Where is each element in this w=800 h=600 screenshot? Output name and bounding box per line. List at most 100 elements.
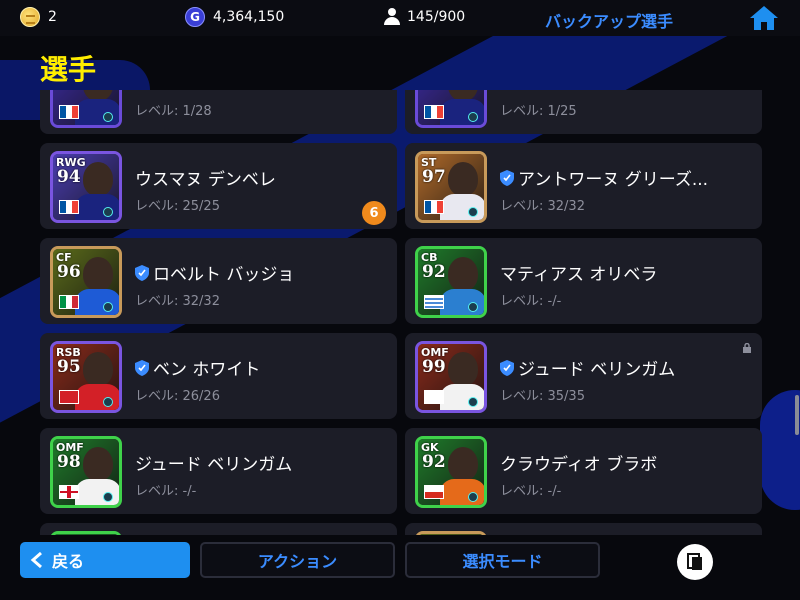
player-tile: CB 92 bbox=[415, 246, 487, 318]
player-card[interactable]: CF 96 ロベルト バッジョ レベル: 32/32 bbox=[40, 238, 397, 324]
coins-counter[interactable]: 2 bbox=[20, 7, 57, 27]
backup-players-link[interactable]: バックアップ選手 bbox=[545, 8, 673, 32]
player-level: レベル: 1/28 bbox=[135, 104, 212, 119]
player-photo bbox=[448, 257, 478, 291]
gp-counter[interactable]: G 4,364,150 bbox=[185, 7, 284, 27]
player-kit bbox=[440, 479, 484, 505]
player-kit bbox=[440, 99, 484, 125]
player-name-row: ウスマヌ デンベレ bbox=[135, 165, 276, 190]
playstyle-icon bbox=[103, 302, 113, 312]
player-level: レベル: -/- bbox=[135, 484, 197, 499]
player-level: レベル: 35/35 bbox=[500, 389, 585, 404]
player-level: レベル: 25/25 bbox=[135, 199, 220, 214]
nation-flag-icon bbox=[424, 200, 444, 214]
player-card[interactable]: CB 92 マティアス オリベラ レベル: -/- bbox=[405, 238, 762, 324]
player-tile: RSB 95 bbox=[50, 341, 122, 413]
card-view-button[interactable] bbox=[677, 544, 713, 580]
page-title: 選手 bbox=[40, 53, 97, 86]
player-rating: 99 bbox=[422, 357, 446, 377]
lock-icon bbox=[743, 343, 751, 353]
action-button[interactable]: アクション bbox=[200, 542, 395, 578]
player-level: レベル: -/- bbox=[500, 484, 562, 499]
gp-icon: G bbox=[185, 7, 205, 27]
player-kit bbox=[440, 289, 484, 315]
player-card[interactable]: GK 92 クラウディオ ブラボ レベル: -/- bbox=[405, 428, 762, 514]
player-card[interactable]: RSB 95 ベン ホワイト レベル: 26/26 bbox=[40, 333, 397, 419]
playstyle-icon bbox=[103, 112, 113, 122]
player-name-row: クラウディオ ブラボ bbox=[500, 450, 657, 475]
playstyle-icon bbox=[103, 207, 113, 217]
player-level: レベル: 26/26 bbox=[135, 389, 220, 404]
player-photo bbox=[83, 162, 113, 196]
player-card[interactable]: ST 97 アントワーヌ グリーズ... レベル: 32/32 bbox=[405, 143, 762, 229]
nation-flag-icon bbox=[59, 105, 79, 119]
bottom-bar: 戻る アクション 選択モード bbox=[0, 535, 800, 600]
player-name: マティアス オリベラ bbox=[500, 265, 658, 285]
player-kit bbox=[440, 194, 484, 220]
player-tile: OMF 98 bbox=[50, 436, 122, 508]
player-card[interactable]: DMF bbox=[405, 523, 762, 535]
player-photo bbox=[83, 257, 113, 291]
player-kit bbox=[440, 384, 484, 410]
player-tile bbox=[50, 90, 122, 128]
top-bar: 2 G 4,364,150 145/900 バックアップ選手 bbox=[0, 0, 800, 36]
player-rating: 94 bbox=[57, 167, 81, 187]
scrollbar[interactable] bbox=[795, 395, 799, 435]
playstyle-icon bbox=[103, 492, 113, 502]
player-card[interactable]: レベル: 1/28 bbox=[40, 90, 397, 134]
nation-flag-icon bbox=[59, 485, 79, 499]
player-card[interactable]: OMF 99 ジュード ベリンガム レベル: 35/35 bbox=[405, 333, 762, 419]
playstyle-icon bbox=[468, 207, 478, 217]
player-card[interactable]: レベル: 1/25 bbox=[405, 90, 762, 134]
playstyle-icon bbox=[468, 112, 478, 122]
player-name: ジュード ベリンガム bbox=[135, 455, 293, 475]
nation-flag-icon bbox=[424, 295, 444, 309]
back-button[interactable]: 戻る bbox=[20, 542, 190, 578]
copy-icon bbox=[687, 553, 702, 570]
player-name-row: マティアス オリベラ bbox=[500, 260, 657, 285]
shield-icon bbox=[500, 169, 514, 186]
select-mode-button[interactable]: 選択モード bbox=[405, 542, 600, 578]
player-photo bbox=[448, 447, 478, 481]
player-level: レベル: 1/25 bbox=[500, 104, 577, 119]
player-name: クラウディオ ブラボ bbox=[500, 455, 658, 475]
nation-flag-icon bbox=[59, 295, 79, 309]
player-kit bbox=[75, 99, 119, 125]
nation-flag-icon bbox=[424, 390, 444, 404]
person-icon bbox=[383, 7, 401, 27]
player-rating: 96 bbox=[57, 262, 81, 282]
player-name-row: ロベルト バッジョ bbox=[135, 260, 294, 285]
notification-badge: 6 bbox=[362, 201, 386, 225]
player-list[interactable]: レベル: 1/28 レベル: 1/25 RWG 94 ウスマヌ デンベレ レベル… bbox=[0, 90, 800, 535]
player-photo bbox=[448, 162, 478, 196]
player-name-row: アントワーヌ グリーズ... bbox=[500, 165, 708, 190]
home-icon bbox=[750, 6, 778, 30]
player-card[interactable]: DMF bbox=[40, 523, 397, 535]
player-tile: OMF 99 bbox=[415, 341, 487, 413]
player-card[interactable]: OMF 98 ジュード ベリンガム レベル: -/- bbox=[40, 428, 397, 514]
player-name: ロベルト バッジョ bbox=[153, 265, 295, 285]
home-button[interactable] bbox=[748, 4, 780, 32]
player-rating: 98 bbox=[57, 452, 81, 472]
player-name: ベン ホワイト bbox=[153, 360, 261, 380]
player-photo bbox=[83, 352, 113, 386]
player-name: アントワーヌ グリーズ... bbox=[518, 170, 709, 190]
player-kit bbox=[75, 194, 119, 220]
player-tile: CF 96 bbox=[50, 246, 122, 318]
shield-icon bbox=[135, 264, 149, 281]
player-rating: 92 bbox=[422, 452, 446, 472]
player-name: ウスマヌ デンベレ bbox=[135, 170, 276, 190]
shield-icon bbox=[500, 359, 514, 376]
players-count-value: 145/900 bbox=[407, 9, 466, 25]
nation-flag-icon bbox=[424, 485, 444, 499]
playstyle-icon bbox=[468, 397, 478, 407]
playstyle-icon bbox=[468, 492, 478, 502]
nation-flag-icon bbox=[424, 105, 444, 119]
gp-value: 4,364,150 bbox=[213, 9, 285, 25]
player-tile: ST 97 bbox=[415, 151, 487, 223]
player-level: レベル: 32/32 bbox=[500, 199, 585, 214]
nation-flag-icon bbox=[59, 200, 79, 214]
player-name: ジュード ベリンガム bbox=[518, 360, 676, 380]
player-card[interactable]: RWG 94 ウスマヌ デンベレ レベル: 25/25 6 bbox=[40, 143, 397, 229]
player-level: レベル: -/- bbox=[500, 294, 562, 309]
